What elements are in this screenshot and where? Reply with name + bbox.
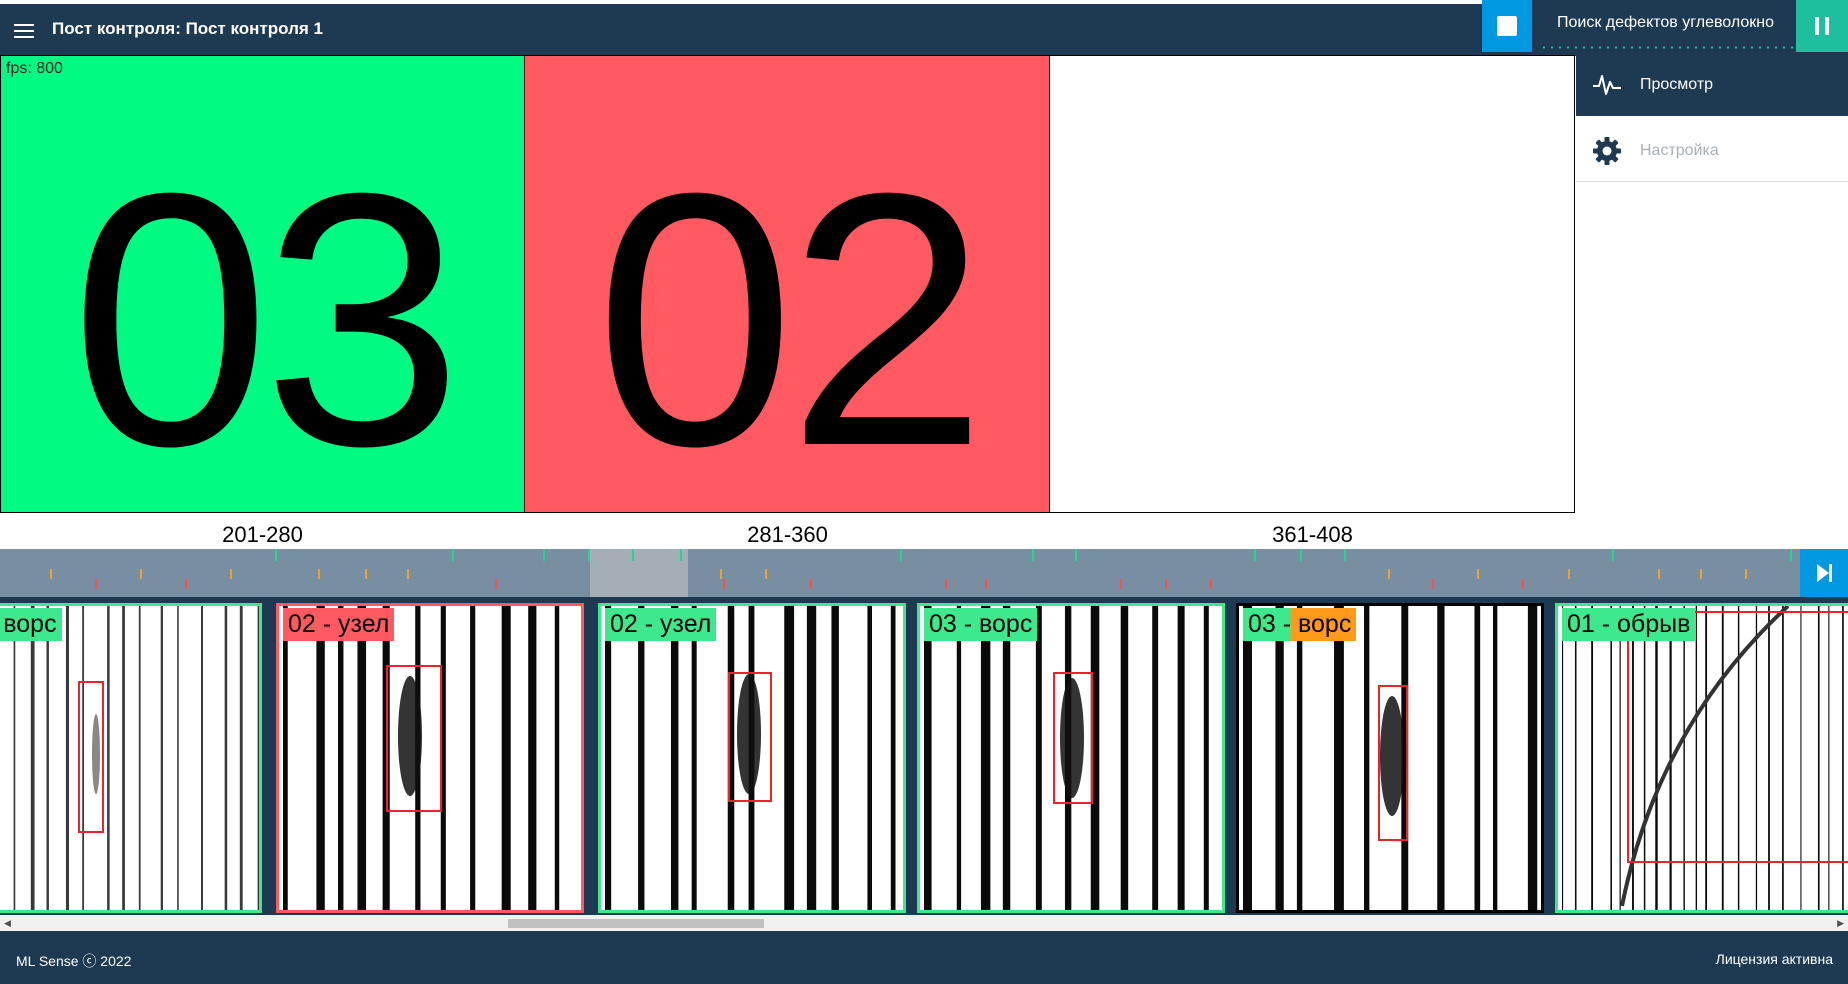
mode-selector[interactable]: Поиск дефектов углеволокно [1532, 0, 1796, 52]
timeline-tick [680, 549, 682, 561]
defect-label: 02 - узел [605, 608, 717, 641]
footer: ML Sense ⓒ 2022 Лицензия активна [0, 931, 1848, 984]
timeline-tick [543, 549, 545, 561]
timeline-tick [1612, 549, 1614, 561]
timeline-tick [318, 569, 320, 579]
timeline-tick [1120, 579, 1122, 589]
frame-image [924, 606, 1209, 910]
timeline-tick [1745, 569, 1747, 579]
timeline-tick [452, 549, 454, 561]
segment-range-label: 201-280 [222, 522, 303, 547]
defect-frame[interactable]: 01 - обрыв [1555, 603, 1848, 913]
pulse-icon [1593, 75, 1621, 95]
timeline-tick [1254, 549, 1256, 561]
defect-frame[interactable]: 02 - узел [598, 603, 906, 913]
sidebar-item-settings[interactable]: Настройка [1576, 118, 1848, 182]
defect-frame[interactable]: 02 - узел [276, 603, 584, 913]
defect-frames-strip: - ворс 02 - узел 02 - узел 03 - ворс 03 - во… [0, 597, 1848, 915]
segment-tile-1: fps: 800 03 [0, 55, 525, 513]
segment-number: 03 [70, 119, 462, 513]
timeline-tick [1790, 549, 1792, 561]
timeline-tick [723, 579, 725, 589]
timeline-tick [1568, 569, 1570, 579]
timeline-tick [495, 579, 497, 589]
timeline-tick [1388, 569, 1390, 579]
segment-tile-3 [1049, 55, 1575, 513]
timeline-tick [1075, 549, 1077, 561]
timeline-tick [50, 569, 52, 579]
sidebar-item-label: Настройка [1640, 142, 1719, 159]
page-title: Пост контроля: Пост контроля 1 [52, 19, 323, 38]
pause-button[interactable] [1796, 0, 1848, 52]
frame-image [283, 606, 560, 910]
defect-frame[interactable]: - ворс [0, 603, 262, 913]
frame-image [605, 606, 896, 910]
frame-image [1243, 606, 1538, 910]
pause-icon [1815, 17, 1819, 35]
stop-button[interactable] [1482, 0, 1532, 52]
license-status: Лицензия активна [1715, 951, 1833, 967]
timeline-tick [275, 549, 277, 561]
defect-timeline[interactable] [0, 549, 1800, 597]
defect-frame[interactable]: 03 - ворс [917, 603, 1225, 913]
timeline-tick [765, 569, 767, 579]
defect-label: 03 - ворс [924, 608, 1038, 641]
mode-dotted-underline [1540, 46, 1794, 49]
timeline-tick [945, 579, 947, 589]
timeline-tick [1522, 579, 1524, 589]
timeline-tick [1658, 569, 1660, 579]
timeline-tick [365, 569, 367, 579]
timeline-tick [230, 569, 232, 579]
timeline-tick [1300, 549, 1302, 561]
timeline-tick [140, 569, 142, 579]
sidebar-item-label: Просмотр [1640, 76, 1714, 93]
segment-range-label: 281-360 [747, 522, 828, 547]
timeline-tick [1344, 549, 1346, 561]
frame-image [13, 606, 259, 910]
segment-number: 02 [594, 119, 987, 513]
mode-label: Поиск дефектов углеволокно [1557, 14, 1774, 31]
skip-to-end-button[interactable] [1800, 549, 1848, 597]
timeline-tick [985, 579, 987, 589]
timeline-tick [810, 579, 812, 589]
frame-image [1562, 606, 1848, 910]
timeline-viewport [590, 549, 688, 597]
fps-counter: fps: 800 [6, 60, 63, 77]
timeline-marks [50, 549, 1792, 597]
timeline-tick [1477, 569, 1479, 579]
timeline-tick [588, 549, 590, 561]
side-menu: Просмотр Настройка [1576, 52, 1848, 549]
timeline-tick [900, 549, 902, 561]
copyright: ML Sense ⓒ 2022 [16, 953, 132, 969]
defect-label: 03 - ворс [1243, 608, 1357, 641]
horizontal-scrollbar[interactable]: ◀ ▶ [0, 915, 1848, 931]
sidebar-item-view[interactable]: Просмотр [1576, 52, 1848, 116]
skip-forward-icon [1817, 564, 1832, 582]
scroll-left-icon[interactable]: ◀ [4, 918, 11, 929]
timeline-tick [1210, 579, 1212, 589]
defect-frame[interactable]: 03 - ворс [1236, 603, 1544, 913]
timeline-tick [1032, 549, 1034, 561]
timeline-tick [1700, 569, 1702, 579]
defect-label: - ворс [0, 608, 62, 641]
segment-tile-2: 02 [524, 55, 1050, 513]
timeline-tick [407, 569, 409, 579]
timeline-tick [720, 569, 722, 579]
timeline-tick [1432, 579, 1434, 589]
defect-label: 02 - узел [283, 608, 395, 641]
hamburger-menu-icon[interactable] [14, 24, 34, 40]
timeline-tick [632, 549, 634, 561]
segment-range-label: 361-408 [1272, 522, 1353, 547]
defect-label: 01 - обрыв [1562, 608, 1696, 641]
scroll-right-icon[interactable]: ▶ [1837, 918, 1844, 929]
scrollbar-thumb[interactable] [508, 919, 764, 928]
timeline-tick [95, 579, 97, 589]
timeline-tick [185, 579, 187, 589]
timeline-tick [1165, 579, 1167, 589]
gear-icon [1593, 137, 1621, 165]
stop-icon [1497, 16, 1517, 36]
